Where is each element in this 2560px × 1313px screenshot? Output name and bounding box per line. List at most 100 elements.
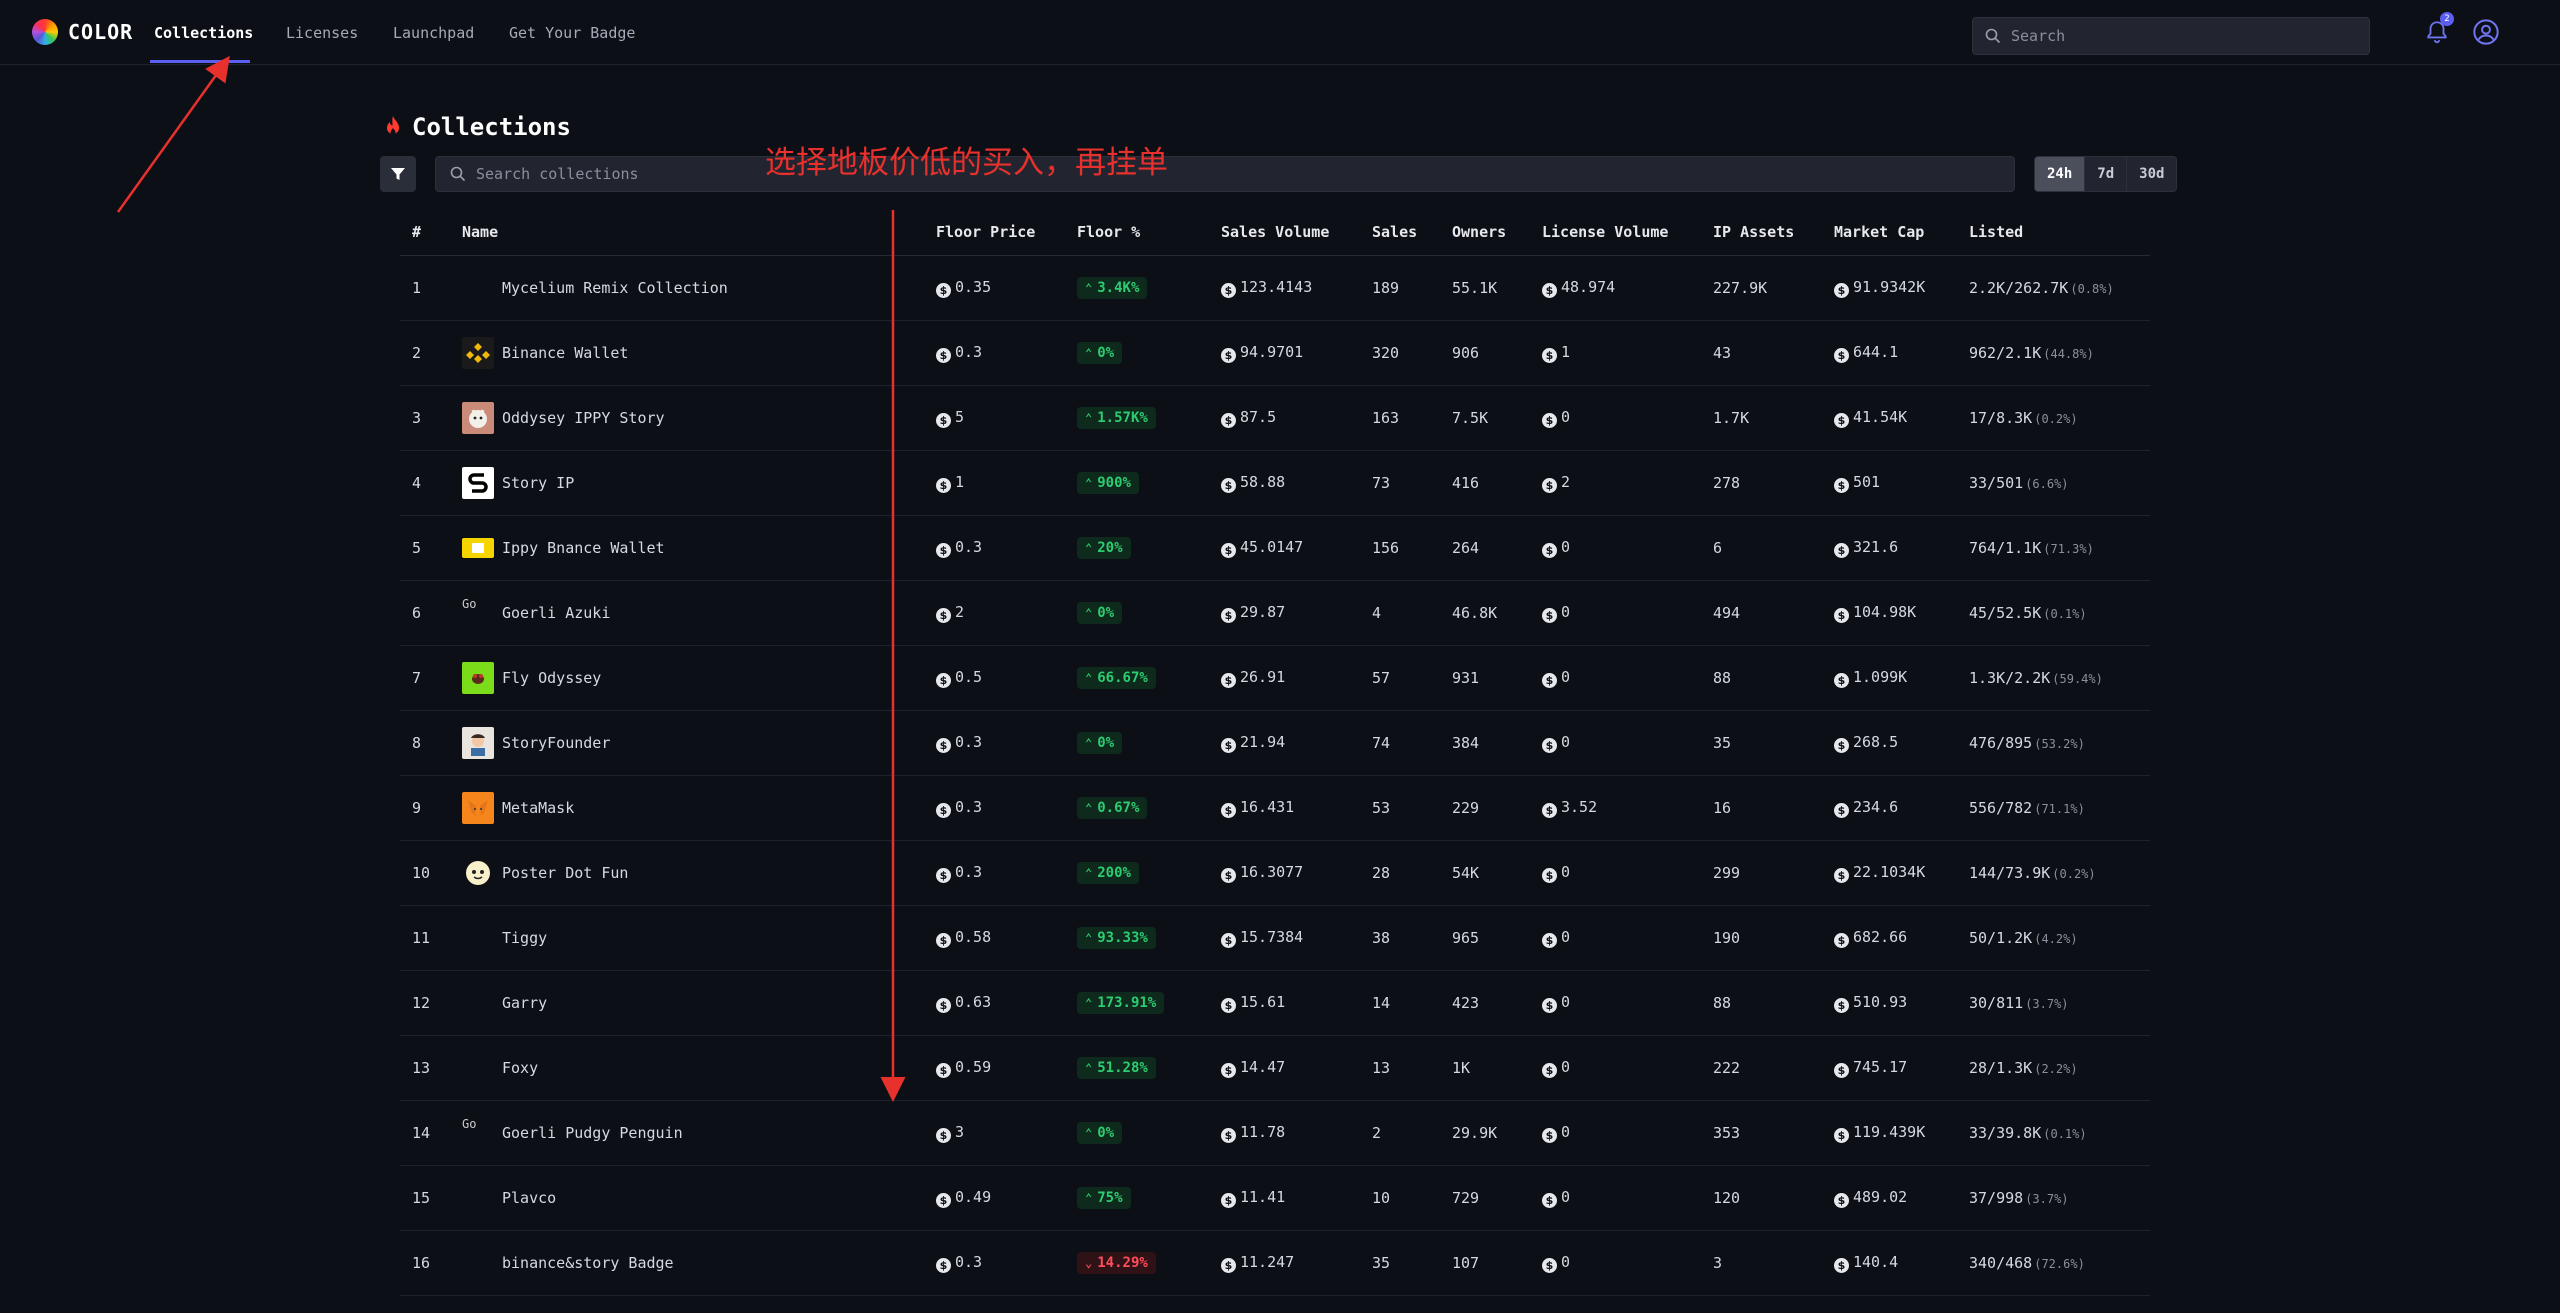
collection-name[interactable]: Oddysey IPPY Story (502, 409, 665, 427)
collection-name[interactable]: Tiggy (502, 929, 547, 947)
sales-volume-value: 87.5 (1240, 407, 1277, 426)
name-cell[interactable]: Go Goerli Pudgy Penguin (450, 1100, 924, 1166)
nav-licenses[interactable]: Licenses (286, 24, 358, 42)
nav-collections[interactable]: Collections (154, 24, 253, 42)
collection-name[interactable]: Mycelium Remix Collection (502, 279, 728, 297)
collections-search-input[interactable] (476, 165, 2014, 183)
column-header[interactable]: Sales (1360, 210, 1440, 256)
name-cell[interactable]: Fly Odyssey (450, 645, 924, 711)
license-volume-cell: $0 (1530, 970, 1701, 1036)
name-cell[interactable]: MetaMask (450, 775, 924, 841)
floor-change-badge: ⌃ 1.57K% (1077, 406, 1156, 429)
name-cell[interactable]: Story IP (450, 450, 924, 516)
nav-launchpad[interactable]: Launchpad (393, 24, 474, 42)
license-volume-cell: $0 (1530, 840, 1701, 906)
collection-name[interactable]: Story IP (502, 474, 574, 492)
collection-name[interactable]: StoryFounder (502, 734, 610, 752)
collection-name[interactable]: Goerli Azuki (502, 604, 610, 622)
column-header[interactable]: Name (450, 210, 924, 256)
table-row[interactable]: 8 StoryFounder $0.3 ⌃ 0% $21.94 74 384 $0 35 $268.… (400, 710, 2150, 776)
collection-name[interactable]: Poster Dot Fun (502, 864, 628, 882)
table-row[interactable]: 2 Binance Wallet $0.3 ⌃ 0% $94.9701 320 906 $1 43… (400, 320, 2150, 386)
table-row[interactable]: 7 Fly Odyssey $0.5 ⌃ 66.67% $26.91 57 931 $0 88 $1… (400, 645, 2150, 711)
collections-search[interactable] (435, 156, 2015, 192)
sales-volume-cell: $16.431 (1209, 775, 1360, 841)
market-cap-value: 41.54K (1853, 407, 1908, 426)
collection-name[interactable]: Binance Wallet (502, 344, 628, 362)
table-row[interactable]: 1 Mycelium Remix Collection $0.35 ⌃ 3.4K% $12… (400, 255, 2150, 321)
column-header[interactable]: Floor % (1065, 210, 1209, 256)
collection-name[interactable]: Garry (502, 994, 547, 1012)
ip-token-icon: $ (1221, 477, 1236, 493)
table-row[interactable]: 12 Garry $0.63 ⌃ 173.91% $15.61 14 423 $0 88 $510.… (400, 970, 2150, 1036)
table-row[interactable]: 10 Poster Dot Fun $0.3 ⌃ 200% $16.3077 28 54K $0… (400, 840, 2150, 906)
column-header[interactable]: IP Assets (1701, 210, 1822, 256)
table-row[interactable]: 3 Oddysey IPPY Story $5 ⌃ 1.57K% $87.5 163 7.5K… (400, 385, 2150, 451)
table-row[interactable]: 6 Go Goerli Azuki $2 ⌃ 0% $29.87 4 46.8K $0 494 $10… (400, 580, 2150, 646)
owners-cell: 54K (1440, 840, 1530, 906)
name-cell[interactable]: Plavco (450, 1165, 924, 1231)
collection-name[interactable]: Ippy Bnance Wallet (502, 539, 665, 557)
ip-assets-cell: 35 (1701, 710, 1822, 776)
name-cell[interactable]: Oddysey IPPY Story (450, 385, 924, 451)
collection-name[interactable]: Goerli Pudgy Penguin (502, 1124, 683, 1142)
name-cell[interactable]: Go Goerli Azuki (450, 580, 924, 646)
table-row[interactable]: 15 Plavco $0.49 ⌃ 75% $11.41 10 729 $0 120 $489.02… (400, 1165, 2150, 1231)
collection-name[interactable]: MetaMask (502, 799, 574, 817)
global-search-input[interactable] (2011, 27, 2369, 45)
listed-cell: 37/998 (3.7%) (1957, 1165, 2150, 1231)
listed-value: 37/998 (1969, 1188, 2024, 1207)
ip-token-icon: $ (1542, 1257, 1557, 1273)
table-row[interactable]: 4 Story IP $1 ⌃ 900% $58.88 73 416 $2 278 $501 33/5… (400, 450, 2150, 516)
name-cell[interactable]: StoryFounder (450, 710, 924, 776)
column-header[interactable]: Listed (1957, 210, 2150, 256)
collection-name[interactable]: binance&story Badge (502, 1254, 674, 1272)
floor-pct-cell: ⌃ 173.91% (1065, 970, 1209, 1036)
rank-cell: 7 (400, 645, 450, 711)
collection-name[interactable]: Plavco (502, 1189, 556, 1207)
ip-token-icon: $ (936, 997, 951, 1013)
column-header[interactable]: Sales Volume (1209, 210, 1360, 256)
ippy-avatar-icon (469, 408, 487, 428)
logo[interactable]: COLOR (32, 18, 133, 46)
column-header[interactable]: Owners (1440, 210, 1530, 256)
collection-name[interactable]: Foxy (502, 1059, 538, 1077)
table-row[interactable]: 5 Ippy Bnance Wallet $0.3 ⌃ 20% $45.0147 156 26… (400, 515, 2150, 581)
ip-token-icon: $ (1221, 997, 1236, 1013)
name-cell[interactable]: Ippy Bnance Wallet (450, 515, 924, 581)
column-header[interactable]: License Volume (1530, 210, 1701, 256)
table-row[interactable]: 9 MetaMask $0.3 ⌃ 0.67% $16.431 53 229 $3.52 16 $2… (400, 775, 2150, 841)
column-header[interactable]: Market Cap (1822, 210, 1957, 256)
floor-change-value: 0.67% (1097, 799, 1140, 816)
collection-name[interactable]: Fly Odyssey (502, 669, 601, 687)
table-row[interactable]: 16 binance&story Badge $0.3 ⌄ 14.29% $11.247 3… (400, 1230, 2150, 1296)
table-row[interactable]: 14 Go Goerli Pudgy Penguin $3 ⌃ 0% $11.78 2 29.9… (400, 1100, 2150, 1166)
table-row[interactable]: 11 Tiggy $0.58 ⌃ 93.33% $15.7384 38 965 $0 190 $68… (400, 905, 2150, 971)
license-volume-cell: $0 (1530, 905, 1701, 971)
name-cell[interactable]: Binance Wallet (450, 320, 924, 386)
name-cell[interactable]: Garry (450, 970, 924, 1036)
sales-volume-value: 16.431 (1240, 797, 1295, 816)
range-7d-button[interactable]: 7d (2085, 157, 2128, 191)
name-cell[interactable]: Poster Dot Fun (450, 840, 924, 906)
global-search[interactable] (1972, 17, 2370, 55)
column-header[interactable]: # (400, 210, 450, 256)
range-24h-button[interactable]: 24h (2035, 157, 2086, 191)
name-cell[interactable]: binance&story Badge (450, 1230, 924, 1296)
column-header[interactable]: Floor Price (924, 210, 1065, 256)
nav-get-your-badge[interactable]: Get Your Badge (509, 24, 635, 42)
ip-token-icon: $ (1221, 932, 1236, 948)
filter-button[interactable] (380, 156, 416, 192)
user-account-icon[interactable] (2472, 18, 2500, 46)
name-cell[interactable]: Tiggy (450, 905, 924, 971)
range-30d-button[interactable]: 30d (2127, 157, 2176, 191)
name-cell[interactable]: Foxy (450, 1035, 924, 1101)
floor-price-cell: $3 (924, 1100, 1065, 1166)
change-arrow-icon: ⌃ (1085, 995, 1093, 1010)
name-cell[interactable]: Mycelium Remix Collection (450, 255, 924, 321)
floor-change-value: 0% (1097, 604, 1115, 621)
floor-price-value: 0.3 (955, 342, 983, 361)
market-cap-value: 234.6 (1853, 797, 1899, 816)
ip-token-icon: $ (936, 347, 951, 363)
table-row[interactable]: 13 Foxy $0.59 ⌃ 51.28% $14.47 13 1K $0 222 $745.17… (400, 1035, 2150, 1101)
